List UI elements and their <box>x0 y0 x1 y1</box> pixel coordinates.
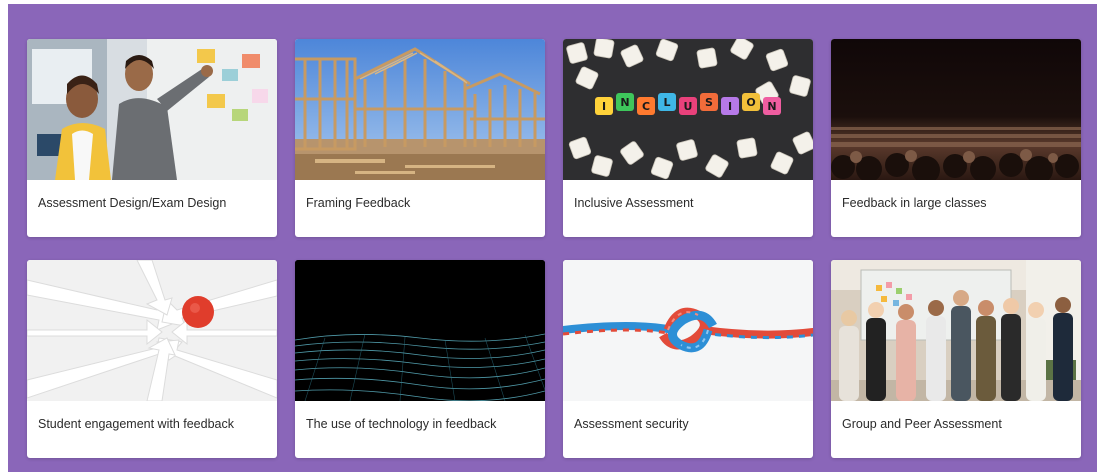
converging-arrows-image <box>27 260 277 401</box>
letter-die-char: O <box>746 96 755 109</box>
card-technology-feedback[interactable]: The use of technology in feedback <box>295 260 545 458</box>
card-title: Assessment Design/Exam Design <box>38 196 227 210</box>
letter-die-char: N <box>620 96 629 109</box>
large-crowd-image <box>831 39 1081 180</box>
tile-gallery: Assessment Design/Exam Design Framing Fe… <box>8 4 1097 472</box>
letter-die-char: L <box>663 96 670 109</box>
card-inclusive-assessment[interactable]: INCLUSION Inclusive Assessment <box>563 39 813 237</box>
letter-die-char: U <box>684 100 693 113</box>
card-group-peer-assessment[interactable]: Group and Peer Assessment <box>831 260 1081 458</box>
letter-die-char: I <box>728 100 732 113</box>
letter-die-char: C <box>642 100 650 113</box>
letter-dice-inclusion-image: INCLUSION <box>563 39 813 180</box>
rope-knot-image <box>563 260 813 401</box>
timber-framing-image <box>295 39 545 180</box>
card-title: Student engagement with feedback <box>38 417 234 431</box>
letter-die-char: N <box>767 100 776 113</box>
letter-die-char: I <box>602 100 606 113</box>
card-feedback-large-classes[interactable]: Feedback in large classes <box>831 39 1081 237</box>
card-assessment-security[interactable]: Assessment security <box>563 260 813 458</box>
digital-wave-image <box>295 260 545 401</box>
card-title: The use of technology in feedback <box>306 417 497 431</box>
card-title: Inclusive Assessment <box>574 196 694 210</box>
card-student-engagement[interactable]: Student engagement with feedback <box>27 260 277 458</box>
card-grid: Assessment Design/Exam Design Framing Fe… <box>27 39 1083 458</box>
letter-die-char: S <box>705 96 713 109</box>
group-meeting-image <box>831 260 1081 401</box>
card-title: Assessment security <box>574 417 689 431</box>
card-framing-feedback[interactable]: Framing Feedback <box>295 39 545 237</box>
card-title: Framing Feedback <box>306 196 411 210</box>
card-assessment-design[interactable]: Assessment Design/Exam Design <box>27 39 277 237</box>
whiteboard-people-image <box>27 39 277 180</box>
card-title: Feedback in large classes <box>842 196 987 210</box>
card-title: Group and Peer Assessment <box>842 417 1002 431</box>
